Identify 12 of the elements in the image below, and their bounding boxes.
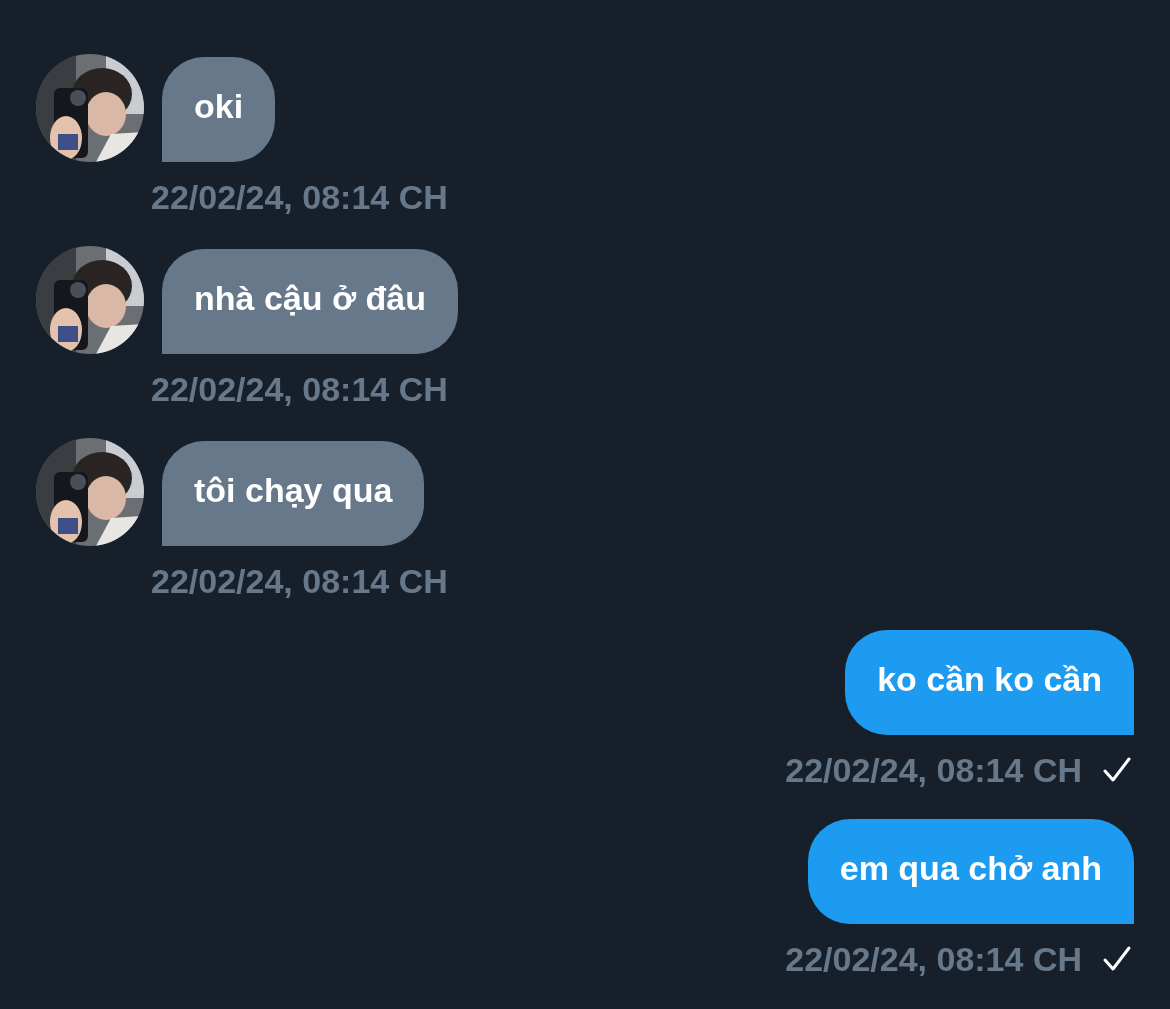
check-icon	[1102, 945, 1132, 973]
message-bubble: ko cần ko cần	[845, 630, 1134, 735]
message-bubble: tôi chạy qua	[162, 441, 425, 546]
timestamp: 22/02/24, 08:14 CH	[151, 177, 448, 217]
timestamp: 22/02/24, 08:14 CH	[151, 561, 448, 601]
message-bubble: em qua chở anh	[807, 819, 1134, 924]
timestamp: 22/02/24, 08:14 CH	[151, 369, 448, 409]
timestamp: 22/02/24, 08:14 CH	[785, 939, 1082, 979]
message-bubble: oki	[162, 57, 276, 162]
timestamp: 22/02/24, 08:14 CH	[785, 750, 1082, 790]
check-icon	[1102, 756, 1132, 784]
message-bubble: nhà cậu ở đâu	[162, 249, 458, 354]
